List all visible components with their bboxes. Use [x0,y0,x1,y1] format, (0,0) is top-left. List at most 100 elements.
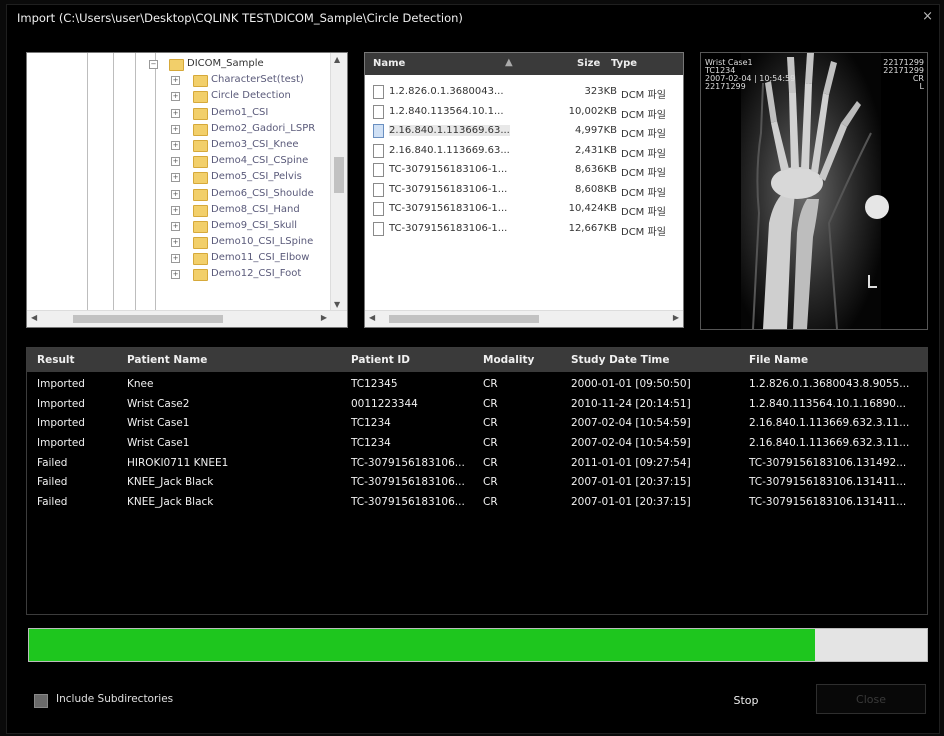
column-result[interactable]: Result [37,354,75,366]
tree-item[interactable]: + Demo8_CSI_Hand [27,203,331,219]
tree-vertical-scrollbar[interactable]: ▲ ▼ [330,53,347,311]
file-row[interactable]: 1.2.840.113564.10.1... 10,002KB DCM 파일 [365,103,683,123]
tree-item[interactable]: + Demo11_CSI_Elbow [27,251,331,267]
file-list-horizontal-scrollbar[interactable]: ◀ ▶ [365,310,683,327]
file-row[interactable]: TC-3079156183106-1... 10,424KB DCM 파일 [365,200,683,220]
column-patient-id[interactable]: Patient ID [351,354,410,366]
expand-icon[interactable]: + [171,205,180,215]
table-row[interactable]: Imported Wrist Case2 0011223344 CR 2010-11-2… [27,396,927,416]
scroll-right-icon[interactable]: ▶ [673,313,679,322]
expand-icon[interactable]: + [171,189,180,199]
cell-patient-id: 0011223344 [351,397,418,410]
expand-icon[interactable]: + [171,221,180,231]
column-modality[interactable]: Modality [483,354,534,366]
table-row[interactable]: Imported Wrist Case1 TC1234 CR 2007-02-04 [1… [27,415,927,435]
table-row[interactable]: Failed HIROKI0711 KNEE1 TC-3079156183106..… [27,455,927,475]
file-row[interactable]: 2.16.840.1.113669.63... 2,431KB DCM 파일 [365,142,683,162]
column-name[interactable]: Name [373,58,405,69]
expand-icon[interactable]: + [171,238,180,248]
file-row[interactable]: TC-3079156183106-1... 12,667KB DCM 파일 [365,220,683,240]
file-list[interactable]: Name ▲ Size Type 1.2.826.0.1.3680043... 3… [364,52,684,328]
folder-icon [193,123,208,136]
expand-icon[interactable]: + [171,173,180,183]
file-row[interactable]: 2.16.840.1.113669.63... 4,997KB DCM 파일 [365,122,683,142]
close-button[interactable]: Close [816,684,926,714]
import-results-table[interactable]: Result Patient Name Patient ID Modality … [26,347,928,615]
column-study-date-time[interactable]: Study Date Time [571,354,670,366]
stop-button[interactable]: Stop [716,688,776,712]
tree-item[interactable]: + Demo3_CSI_Knee [27,138,331,154]
overlay-modality: CR [912,74,924,83]
scroll-right-icon[interactable]: ▶ [321,313,327,322]
cell-result: Imported [37,417,85,430]
cell-file-name: TC-3079156183106.131411... [749,496,907,509]
column-file-name[interactable]: File Name [749,354,808,366]
scroll-thumb[interactable] [389,315,539,323]
tree-item[interactable]: + Demo6_CSI_Shoulde [27,187,331,203]
folder-icon [193,139,208,152]
include-subdirectories-checkbox[interactable] [34,694,48,708]
tree-item-label: Demo4_CSI_CSpine [211,155,309,167]
tree-item-label: Demo2_Gadori_LSPR [211,122,316,134]
cell-study-date-time: 2000-01-01 [09:50:50] [571,378,691,390]
import-progress-bar [28,628,928,662]
cell-patient-name: Knee [127,378,154,390]
folder-tree[interactable]: − DICOM_Sample + CharacterSet(test) + Circle … [26,52,348,328]
tree-item[interactable]: + Demo1_CSI [27,106,331,122]
scroll-left-icon[interactable]: ◀ [369,313,375,322]
cell-study-date-time: 2007-02-04 [10:54:59] [571,417,691,430]
column-size[interactable]: Size [577,58,600,69]
tree-item[interactable]: − DICOM_Sample [27,57,331,73]
tree-item[interactable]: + Demo4_CSI_CSpine [27,154,331,170]
tree-item[interactable]: + Circle Detection [27,89,331,105]
cell-patient-id: TC1234 [351,437,391,450]
tree-item[interactable]: + Demo10_CSI_LSpine [27,235,331,251]
cell-result: Imported [37,397,85,410]
file-row[interactable]: TC-3079156183106-1... 8,608KB DCM 파일 [365,181,683,201]
scroll-up-icon[interactable]: ▲ [334,55,340,64]
scroll-down-icon[interactable]: ▼ [334,300,340,309]
file-name: TC-3079156183106-1... [389,203,508,214]
cell-modality: CR [483,456,498,469]
file-icon [373,182,384,197]
tree-item[interactable]: + CharacterSet(test) [27,73,331,89]
expand-icon[interactable]: + [171,108,180,118]
expand-icon[interactable]: + [171,92,180,102]
expand-icon[interactable]: + [171,157,180,167]
table-row[interactable]: Imported Wrist Case1 TC1234 CR 2007-02-04 [1… [27,435,927,455]
expand-icon[interactable]: + [171,76,180,86]
file-icon [373,143,384,158]
file-row[interactable]: 1.2.826.0.1.3680043... 323KB DCM 파일 [365,83,683,103]
expand-icon[interactable]: + [171,270,180,280]
cell-file-name: 2.16.840.1.113669.632.3.11... [749,437,910,450]
tree-item[interactable]: + Demo9_CSI_Skull [27,219,331,235]
table-row[interactable]: Imported Knee TC12345 CR 2000-01-01 [09:50:5… [27,376,927,396]
expand-icon[interactable]: − [149,60,158,69]
table-row[interactable]: Failed KNEE_Jack Black TC-3079156183106...… [27,494,927,514]
expand-icon[interactable]: + [171,254,180,264]
scroll-left-icon[interactable]: ◀ [31,313,37,322]
cell-patient-id: TC-3079156183106... [351,476,465,489]
file-row[interactable]: TC-30791561831​06-1... 8,636KB DCM 파일 [365,161,683,181]
tree-item-label: Demo1_CSI [211,106,269,118]
cell-patient-name: HIROKI0711 KNEE1 [127,456,229,469]
expand-icon[interactable]: + [171,124,180,134]
table-row[interactable]: Failed KNEE_Jack Black TC-3079156183106...… [27,474,927,494]
tree-item[interactable]: + Demo12_CSI_Foot [27,267,331,283]
file-size: 323KB [584,86,617,97]
file-type: DCM 파일 [621,129,666,140]
expand-icon[interactable]: + [171,140,180,150]
column-type[interactable]: Type [611,58,637,69]
cell-patient-name: Wrist Case1 [127,417,190,430]
tree-horizontal-scrollbar[interactable]: ◀ ▶ [27,310,347,327]
cell-study-date-time: 2007-01-01 [20:37:15] [571,476,691,489]
tree-item[interactable]: + Demo2_Gadori_LSPR [27,122,331,138]
tree-item[interactable]: + Demo5_CSI_Pelvis [27,170,331,186]
file-size: 4,997KB [574,125,617,136]
close-icon[interactable]: × [922,9,933,24]
column-patient-name[interactable]: Patient Name [127,354,207,366]
file-type: DCM 파일 [621,226,666,238]
scroll-thumb[interactable] [73,315,223,323]
file-icon [373,124,384,138]
scroll-thumb[interactable] [334,157,344,193]
